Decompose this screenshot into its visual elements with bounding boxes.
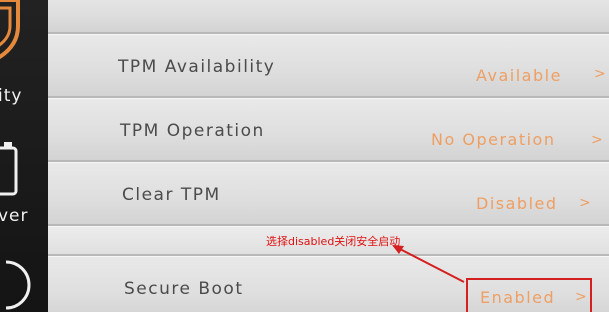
setting-value: No Operation: [431, 130, 556, 149]
sidebar-item-label: ity: [0, 86, 23, 106]
settings-row-partial: [48, 0, 609, 34]
chevron-right-icon: >: [594, 66, 606, 82]
sidebar: ity ver: [0, 0, 48, 312]
sidebar-item-power[interactable]: ver: [0, 130, 48, 230]
chevron-right-icon: >: [579, 195, 591, 211]
bios-screen: ity ver TPM Availability Available > TPM…: [0, 0, 609, 312]
sidebar-item-security[interactable]: ity: [0, 0, 48, 106]
battery-icon: [0, 142, 18, 196]
sidebar-item-exit[interactable]: [0, 246, 48, 312]
chevron-right-icon: >: [591, 132, 603, 148]
settings-panel: TPM Availability Available > TPM Operati…: [48, 0, 609, 312]
shield-icon: [0, 0, 20, 60]
setting-label: TPM Availability: [118, 57, 276, 77]
setting-row-tpm-operation[interactable]: TPM Operation No Operation >: [48, 98, 609, 162]
setting-value: Available: [476, 66, 562, 85]
setting-label: Clear TPM: [122, 185, 221, 205]
setting-row-clear-tpm[interactable]: Clear TPM Disabled >: [48, 162, 609, 226]
setting-label: TPM Operation: [120, 121, 265, 141]
power-icon: [5, 260, 31, 310]
setting-value: Disabled: [476, 194, 558, 213]
annotation-text: 选择disabled关闭安全启动: [266, 235, 401, 248]
highlight-box: [466, 278, 592, 312]
sidebar-item-label: ver: [0, 206, 29, 226]
setting-row-tpm-availability[interactable]: TPM Availability Available >: [48, 34, 609, 98]
setting-label: Secure Boot: [124, 279, 244, 299]
